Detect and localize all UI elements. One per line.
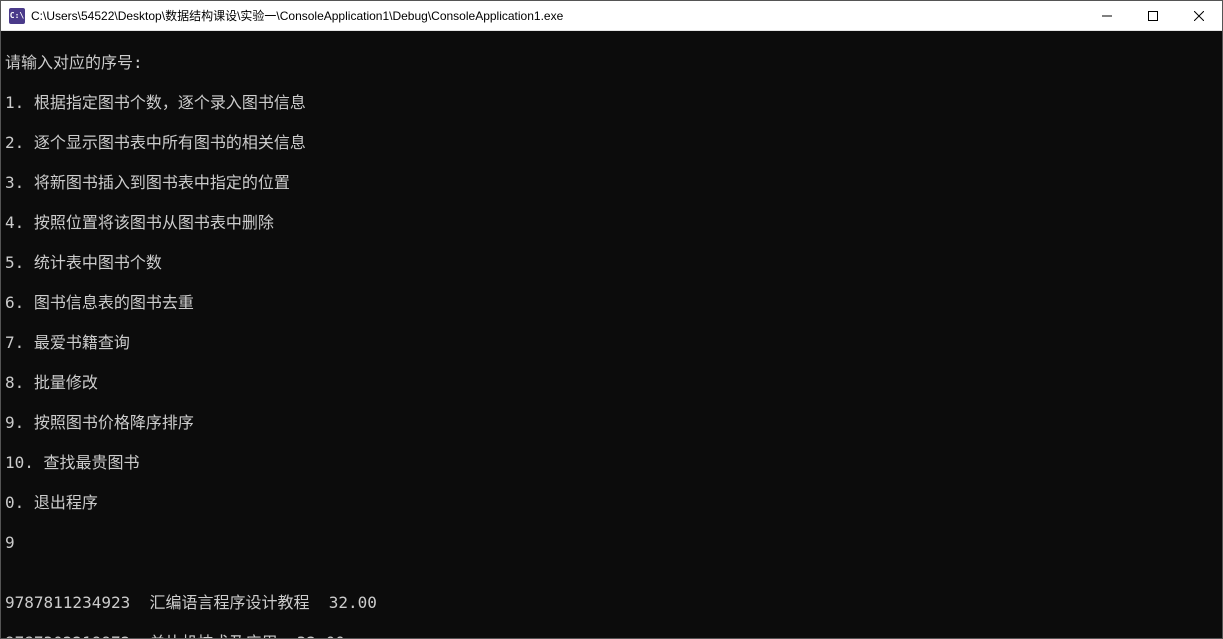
menu-item: 9. 按照图书价格降序排序 <box>5 413 1218 433</box>
book-row: 9787811234923 汇编语言程序设计教程 32.00 <box>5 593 1218 613</box>
window-title: C:\Users\54522\Desktop\数据结构课设\实验一\Consol… <box>31 7 1084 24</box>
prompt-text: 请输入对应的序号: <box>5 53 1218 73</box>
minimize-button[interactable] <box>1084 1 1130 30</box>
menu-item: 1. 根据指定图书个数，逐个录入图书信息 <box>5 93 1218 113</box>
window-controls <box>1084 1 1222 30</box>
menu-item: 5. 统计表中图书个数 <box>5 253 1218 273</box>
menu-item: 10. 查找最贵图书 <box>5 453 1218 473</box>
app-icon: C:\ <box>9 8 25 24</box>
maximize-button[interactable] <box>1130 1 1176 30</box>
console-output[interactable]: 请输入对应的序号: 1. 根据指定图书个数，逐个录入图书信息 2. 逐个显示图书… <box>1 31 1222 638</box>
menu-item: 3. 将新图书插入到图书表中指定的位置 <box>5 173 1218 193</box>
app-window: C:\ C:\Users\54522\Desktop\数据结构课设\实验一\Co… <box>0 0 1223 639</box>
menu-item: 4. 按照位置将该图书从图书表中删除 <box>5 213 1218 233</box>
book-row: 9787302219972 单片机技术及应用 32.00 <box>5 633 1218 638</box>
close-button[interactable] <box>1176 1 1222 30</box>
menu-item: 6. 图书信息表的图书去重 <box>5 293 1218 313</box>
menu-item: 0. 退出程序 <box>5 493 1218 513</box>
menu-item: 2. 逐个显示图书表中所有图书的相关信息 <box>5 133 1218 153</box>
user-input: 9 <box>5 533 1218 553</box>
menu-item: 7. 最爱书籍查询 <box>5 333 1218 353</box>
titlebar[interactable]: C:\ C:\Users\54522\Desktop\数据结构课设\实验一\Co… <box>1 1 1222 31</box>
menu-item: 8. 批量修改 <box>5 373 1218 393</box>
